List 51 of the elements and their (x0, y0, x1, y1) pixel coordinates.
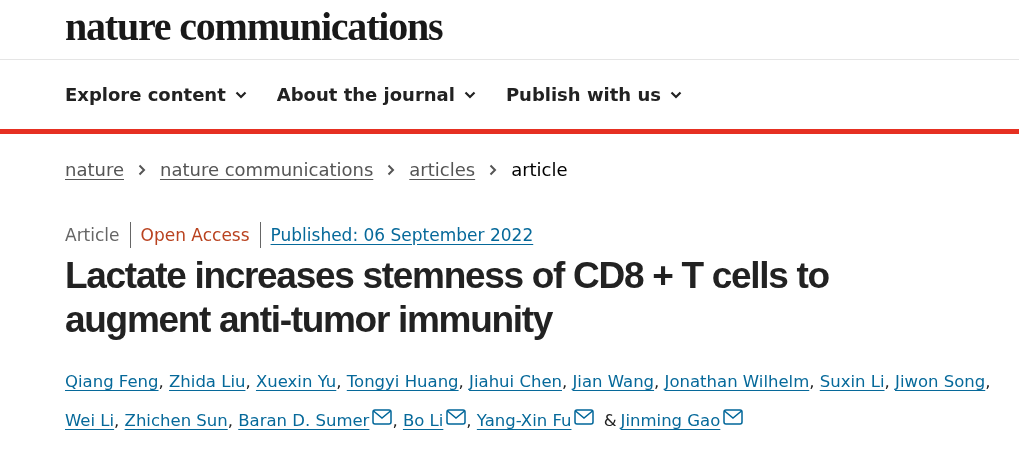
chevron-right-icon (138, 163, 146, 176)
chevron-right-icon (489, 163, 498, 176)
comma-separator: , (562, 372, 568, 391)
article-type: Article (65, 222, 131, 248)
breadcrumb-link[interactable]: nature (65, 159, 124, 180)
comma-separator: , (245, 372, 251, 391)
author-link[interactable]: Jonathan Wilhelm (664, 372, 810, 391)
comma-separator: , (227, 411, 233, 430)
author-link[interactable]: Yang-Xin Fu (476, 411, 572, 430)
comma-separator: , (158, 372, 164, 391)
mail-icon[interactable] (372, 409, 393, 425)
open-access-label: Open Access (130, 222, 261, 248)
author-link[interactable]: Jiahui Chen (469, 372, 562, 391)
mail-icon[interactable] (574, 409, 595, 425)
author-link[interactable]: Zhida Liu (169, 372, 246, 391)
comma-separator: , (336, 372, 342, 391)
comma-separator: , (114, 411, 120, 430)
nav-menu-item[interactable]: Publish with us (505, 84, 682, 105)
mail-icon[interactable] (723, 409, 744, 425)
chevron-right-icon (387, 163, 396, 176)
comma-separator: , (809, 372, 815, 391)
ampersand: & (603, 411, 617, 430)
chevron-down-icon (669, 90, 682, 99)
comma-separator: , (458, 372, 464, 391)
author-link[interactable]: Xuexin Yu (255, 372, 337, 391)
author-link[interactable]: Jiwon Song (895, 372, 986, 391)
article-title: Lactate increases stemness of CD8 + T cells to augment anti-tumor immunity (65, 254, 830, 342)
comma-separator: , (392, 411, 398, 430)
author-link[interactable]: Zhichen Sun (124, 411, 228, 430)
comma-separator: , (466, 411, 472, 430)
journal-logo[interactable]: nature communications (65, 3, 443, 50)
chevron-down-icon (463, 90, 476, 99)
author-link[interactable]: Wei Li (65, 411, 115, 430)
author-link[interactable]: Bo Li (402, 411, 444, 430)
breadcrumb-current: article (511, 159, 568, 180)
comma-separator: , (654, 372, 660, 391)
mail-icon[interactable] (446, 409, 467, 425)
nav-menu-item[interactable]: About the journal (276, 84, 476, 105)
chevron-down-icon (234, 90, 247, 99)
author-link[interactable]: Tongyi Huang (346, 372, 459, 391)
author-link[interactable]: Jinming Gao (620, 411, 721, 430)
author-link[interactable]: Qiang Feng (65, 372, 159, 391)
breadcrumb-link[interactable]: articles (409, 159, 476, 180)
nav-menu-item[interactable]: Explore content (65, 84, 247, 105)
comma-separator: , (884, 372, 890, 391)
author-link[interactable]: Baran D. Sumer (238, 411, 370, 430)
breadcrumb-link[interactable]: nature communications (160, 159, 374, 180)
author-link[interactable]: Suxin Li (819, 372, 885, 391)
comma-separator: , (985, 372, 991, 391)
published-date-link[interactable]: Published: 06 September 2022 (260, 225, 534, 245)
author-link[interactable]: Jian Wang (572, 372, 655, 391)
